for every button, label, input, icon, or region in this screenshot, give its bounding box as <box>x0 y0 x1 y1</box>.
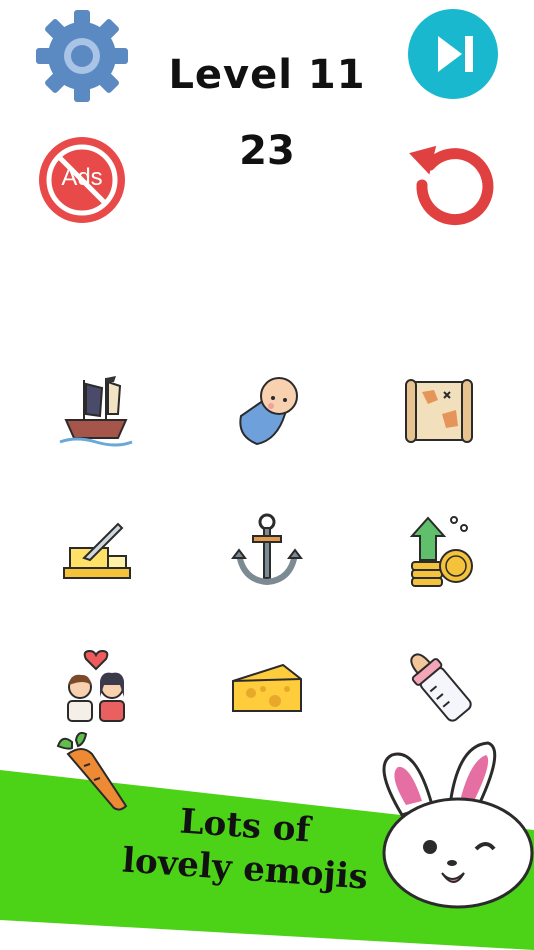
carrot-icon <box>56 731 128 811</box>
grid-item-cheese[interactable] <box>217 640 317 730</box>
remove-ads-button[interactable]: Ads <box>38 136 126 224</box>
anchor-icon <box>231 513 303 586</box>
grid-item-treasure-map[interactable] <box>388 365 488 455</box>
grid-item-butter[interactable] <box>46 505 146 595</box>
bunny-mascot-icon <box>382 741 534 909</box>
grid-item-anchor[interactable] <box>217 505 317 595</box>
cheese-icon <box>232 663 302 712</box>
grid-item-pirate-ship[interactable] <box>46 365 146 455</box>
no-ads-label: Ads <box>61 164 103 191</box>
treasure-map-icon <box>405 379 473 443</box>
baby-icon <box>239 377 298 446</box>
skip-next-icon <box>408 9 498 99</box>
restart-icon <box>409 145 494 226</box>
grid-item-couple[interactable] <box>46 640 146 730</box>
restart-button[interactable] <box>408 135 500 227</box>
grid-item-baby[interactable] <box>217 365 317 455</box>
pirate-ship-icon <box>59 376 133 447</box>
skip-button[interactable] <box>407 8 499 100</box>
baby-bottle-icon <box>410 653 472 722</box>
grid-item-coins[interactable] <box>388 505 488 595</box>
grid-item-baby-bottle[interactable] <box>388 640 488 730</box>
coins-growth-icon <box>409 516 473 587</box>
couple-love-icon <box>67 649 125 722</box>
butter-knife-icon <box>63 522 131 579</box>
